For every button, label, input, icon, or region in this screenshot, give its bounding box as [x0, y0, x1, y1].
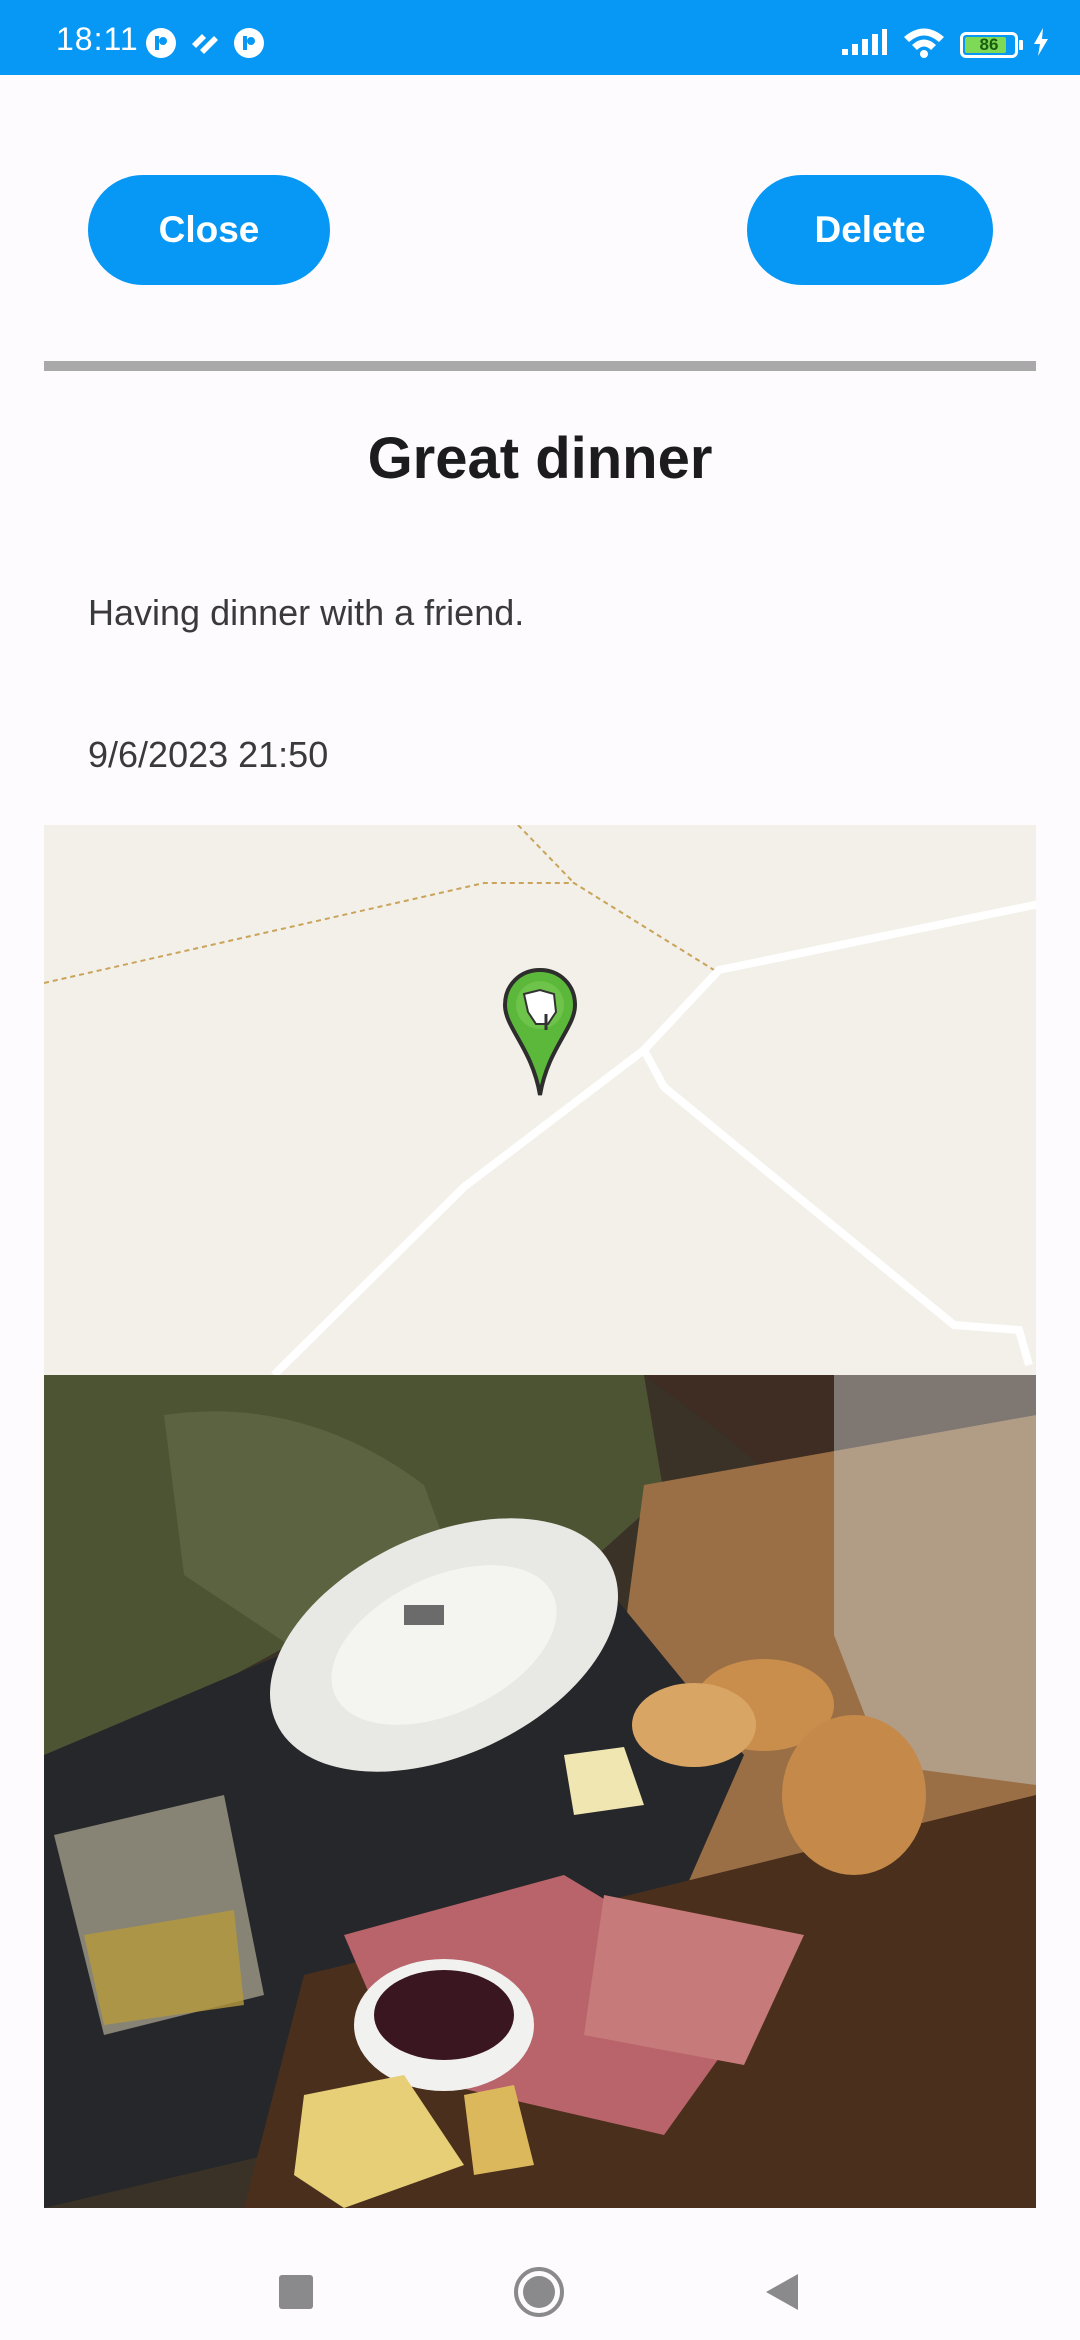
battery-tip: [1019, 39, 1023, 50]
battery-level: 86: [979, 34, 999, 54]
home-icon[interactable]: [513, 2266, 565, 2318]
app-notification-icon: [146, 28, 176, 58]
back-icon[interactable]: [762, 2270, 802, 2314]
status-system-icons: 86: [840, 26, 1050, 63]
status-bar: 18:11 86: [0, 0, 1080, 75]
app-notification-icon: [188, 28, 222, 63]
map-pin-icon[interactable]: [502, 967, 578, 1098]
entry-title: Great dinner: [367, 426, 713, 491]
delete-button[interactable]: Delete: [747, 175, 993, 285]
food-photo-illustration: [44, 1375, 1036, 2208]
charging-icon: [1032, 27, 1050, 62]
status-notification-icons: [146, 28, 264, 63]
recents-icon[interactable]: [279, 2275, 313, 2309]
signal-icon: [840, 27, 888, 62]
system-nav-bar: [0, 2208, 1080, 2340]
wifi-icon: [902, 26, 946, 63]
map-view[interactable]: [44, 825, 1036, 1375]
entry-description: Having dinner with a friend.: [88, 592, 525, 633]
close-button[interactable]: Close: [88, 175, 330, 285]
divider: [44, 361, 1036, 371]
food-photo: [44, 1375, 1036, 2208]
battery-icon: 86: [960, 31, 1023, 58]
app-notification-icon: [234, 28, 264, 58]
map-roads: [44, 825, 1036, 1375]
entry-datetime: 9/6/2023 21:50: [88, 734, 329, 775]
status-time: 18:11: [56, 21, 139, 57]
